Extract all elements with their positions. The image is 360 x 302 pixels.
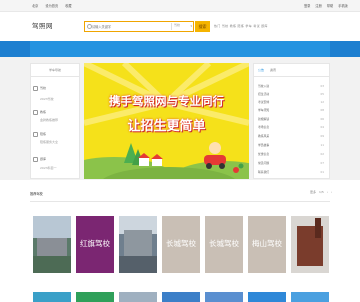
more-link[interactable]: 更多: [310, 190, 316, 194]
list-item[interactable]: 学车须知 08: [258, 108, 324, 112]
favorite-link[interactable]: 收藏: [65, 4, 71, 8]
list-item[interactable]: 优惠信息 02: [258, 152, 324, 156]
promo-banner[interactable]: 携手驾照网与专业同行 让招生更简单: [84, 63, 249, 179]
prev-button[interactable]: ‹: [327, 190, 328, 194]
next-button[interactable]: ›: [331, 190, 332, 194]
school-tile[interactable]: [119, 216, 157, 273]
school-tile[interactable]: [205, 292, 243, 302]
school-tile[interactable]: [33, 292, 71, 302]
school-tile[interactable]: 梅山驾校: [248, 216, 286, 273]
school-tile[interactable]: 红旗驾校: [76, 216, 114, 273]
school-tile[interactable]: 长城驾校: [205, 216, 243, 273]
hot-words[interactable]: 热门 驾校 教练 陪练 学车 考试 题库: [214, 24, 268, 28]
search-button[interactable]: 搜索: [195, 21, 210, 32]
login-link[interactable]: 登录: [304, 4, 310, 8]
list-item[interactable]: 教练风采 09: [258, 134, 324, 138]
left-item-sub[interactable]: 2023驾校: [40, 97, 54, 101]
list-item[interactable]: 考试安排 12: [258, 100, 324, 104]
nav-left-edge: [0, 41, 30, 57]
school-tile-label: 长城驾校: [166, 239, 196, 248]
car-icon: [33, 132, 38, 137]
banner-subline: 让招生更简单: [127, 119, 206, 134]
school-tile[interactable]: 长城驾校: [162, 216, 200, 273]
left-item-name[interactable]: 驾校: [40, 86, 46, 90]
coach-icon: [33, 110, 38, 115]
school-tile[interactable]: [33, 216, 71, 273]
school-tile[interactable]: [76, 292, 114, 302]
list-item[interactable]: 考场信息 04: [258, 125, 324, 129]
section-divider: [30, 201, 330, 202]
left-item-name[interactable]: 教练: [40, 110, 46, 114]
mobile-link[interactable]: 手机版: [338, 4, 348, 8]
list-item[interactable]: 常见问题 07: [258, 161, 324, 165]
search-box: 驾校 ▾: [84, 21, 194, 32]
school-tile-label: 长城驾校: [209, 239, 239, 248]
left-item-sub[interactable]: 2023科目一: [40, 166, 57, 170]
tab-news[interactable]: 资讯: [270, 68, 276, 72]
school-tile[interactable]: [291, 216, 329, 273]
school-tile[interactable]: [162, 292, 200, 302]
chevron-down-icon: ▾: [190, 24, 192, 28]
nav-right-edge: [330, 41, 360, 57]
left-item-name[interactable]: 题库: [40, 157, 46, 161]
list-item[interactable]: 联系我们 01: [258, 170, 324, 174]
list-item[interactable]: 驾校入驻 03: [258, 84, 324, 88]
top-right-links: 登录 注册 帮助 手机版: [300, 3, 348, 8]
help-link[interactable]: 帮助: [327, 4, 333, 8]
search-scope-select[interactable]: 驾校 ▾: [171, 23, 194, 30]
search-icon: [87, 24, 92, 29]
book-icon: [33, 157, 38, 162]
left-panel-title: 学车导航: [30, 63, 80, 77]
register-link[interactable]: 注册: [315, 4, 321, 8]
list-item[interactable]: 招生活动 05: [258, 92, 324, 96]
right-panel-divider: [253, 76, 330, 77]
page-indicator: 1/5: [318, 190, 324, 194]
list-item[interactable]: 学员故事 11: [258, 143, 324, 147]
location-link[interactable]: 北京: [32, 4, 38, 8]
school-tile-label: 梅山驾校: [252, 239, 282, 248]
banner-headline: 携手驾照网与专业同行: [109, 94, 224, 108]
top-links: 北京 设为首页 收藏: [32, 3, 78, 8]
tab-notice[interactable]: 公告: [258, 68, 264, 72]
site-logo[interactable]: 驾照网: [32, 20, 53, 30]
main-nav: [0, 41, 360, 57]
left-item-name[interactable]: 陪练: [40, 132, 46, 136]
school-tile[interactable]: [248, 292, 286, 302]
school-tile[interactable]: [119, 292, 157, 302]
school-tile-label: 红旗驾校: [80, 239, 110, 248]
search-input[interactable]: [85, 23, 150, 31]
left-item-sub[interactable]: 陪练服务大全: [40, 140, 58, 144]
list-item[interactable]: 新规解读 06: [258, 117, 324, 121]
school-icon: [33, 86, 38, 91]
section-title: 推荐驾校: [30, 192, 43, 196]
left-item-sub[interactable]: 金牌教练推荐: [40, 118, 58, 122]
home-link[interactable]: 设为首页: [45, 4, 58, 8]
school-tile[interactable]: [291, 292, 329, 302]
section-pager: 更多 1/5 ‹ ›: [310, 190, 332, 194]
